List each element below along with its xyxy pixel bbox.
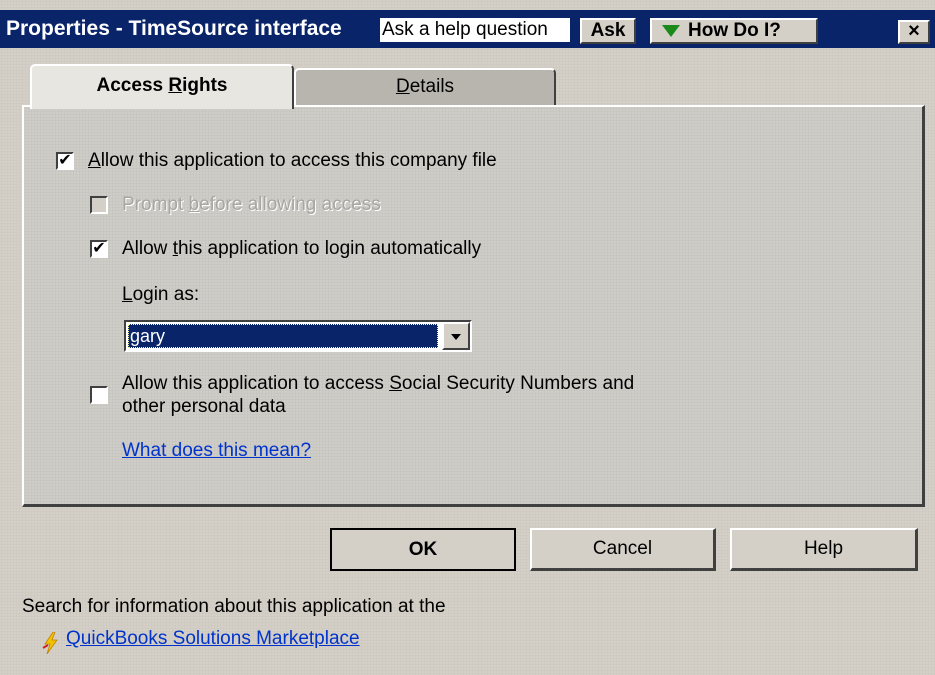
properties-dialog: Properties - TimeSource interface Ask a …	[0, 0, 935, 675]
tab-access-rights[interactable]: Access Rights	[30, 64, 294, 109]
how-do-i-button[interactable]: How Do I?	[650, 18, 818, 44]
close-button[interactable]: ×	[898, 20, 930, 44]
login-auto-label[interactable]: Allow this application to login automati…	[122, 238, 481, 260]
login-as-value: gary	[128, 324, 438, 348]
ssn-access-label[interactable]: Allow this application to access Social …	[122, 372, 634, 418]
chevron-down-icon[interactable]	[442, 322, 470, 350]
allow-access-label[interactable]: Allow this application to access this co…	[88, 150, 497, 172]
lightning-bolt-icon	[42, 632, 58, 654]
tab-access-rights-label: Access Rights	[96, 75, 228, 96]
window-title: Properties - TimeSource interface	[6, 17, 342, 40]
ok-button[interactable]: OK	[330, 528, 516, 571]
help-button[interactable]: Help	[730, 528, 918, 571]
marketplace-link[interactable]: QuickBooks Solutions Marketplace	[66, 628, 360, 650]
tab-details[interactable]: Details	[294, 68, 556, 106]
ssn-access-checkbox[interactable]	[90, 386, 108, 404]
tab-access-mnemonic: R	[168, 75, 183, 96]
login-auto-checkbox[interactable]: ✔	[90, 240, 108, 258]
dropdown-triangle-icon	[662, 24, 680, 37]
tab-details-rest: etails	[409, 76, 455, 97]
allow-access-checkbox[interactable]: ✔	[56, 152, 74, 170]
prompt-before-checkbox[interactable]	[90, 196, 108, 214]
how-do-i-label: How Do I?	[688, 20, 781, 41]
login-as-label: Login as:	[122, 284, 200, 305]
prompt-before-label: Prompt before allowing access	[122, 194, 381, 215]
what-does-this-mean-link[interactable]: What does this mean?	[122, 440, 311, 462]
help-question-input[interactable]: Ask a help question	[380, 18, 570, 42]
cancel-button[interactable]: Cancel	[530, 528, 716, 571]
search-info-text: Search for information about this applic…	[22, 596, 446, 617]
login-as-select[interactable]: gary	[124, 320, 472, 352]
ask-button[interactable]: Ask	[580, 18, 636, 44]
tab-details-mnemonic: D	[395, 76, 410, 97]
tab-details-label: Details	[396, 76, 454, 97]
title-bar[interactable]: Properties - TimeSource interface Ask a …	[0, 10, 935, 48]
